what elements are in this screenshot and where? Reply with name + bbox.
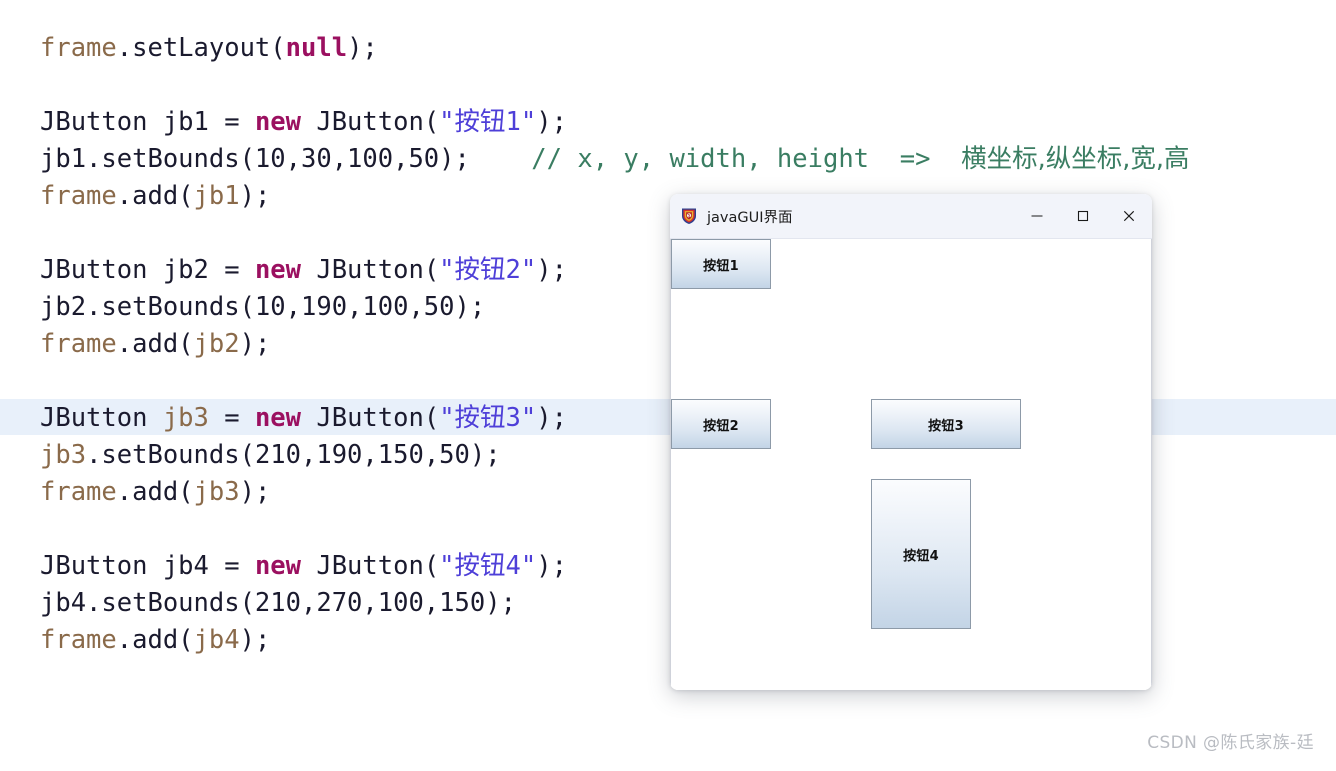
code-token: "按钮3" <box>439 403 537 433</box>
code-token: ); <box>347 33 378 63</box>
code-token: JButton( <box>301 403 440 433</box>
code-token: jb3 <box>193 477 240 507</box>
code-token: jb2.setBounds(10,190,100,50); <box>40 292 486 322</box>
code-token: ); <box>239 625 271 655</box>
code-token: frame <box>40 181 117 211</box>
code-token: new <box>254 255 301 285</box>
code-token: jb4 <box>193 625 240 655</box>
code-token: JButton jb4 = <box>40 551 255 581</box>
code-token: jb2 <box>193 329 240 359</box>
code-token: new <box>254 403 302 433</box>
code-token: ); <box>239 477 271 507</box>
window-content-pane: 按钮1 按钮2 按钮3 按钮4 <box>670 239 1152 690</box>
code-token: ); <box>536 107 567 137</box>
code-token: new <box>254 551 301 581</box>
code-token: // x, y, width, height => <box>469 144 962 174</box>
code-token: jb4.setBounds(210,270,100,150); <box>40 588 516 618</box>
swing-button-2[interactable]: 按钮2 <box>671 399 771 449</box>
code-token: jb3 <box>40 440 87 470</box>
code-token: .add( <box>116 625 194 655</box>
code-token: jb1 <box>193 181 240 211</box>
java-gui-window[interactable]: javaGUI界面 按钮1 按钮2 按钮3 按钮4 <box>670 194 1152 690</box>
code-token: frame <box>40 625 117 655</box>
swing-button-1[interactable]: 按钮1 <box>671 239 771 289</box>
java-app-icon <box>680 207 698 225</box>
code-line: frame.add(jb1); <box>40 178 270 215</box>
code-line: jb1.setBounds(10,30,100,50); // x, y, wi… <box>40 141 1189 178</box>
csdn-watermark: CSDN @陈氏家族-廷 <box>1147 733 1314 753</box>
close-icon[interactable] <box>1106 194 1152 238</box>
code-token: JButton( <box>301 107 440 137</box>
maximize-icon[interactable] <box>1060 194 1106 238</box>
code-token: ); <box>239 329 271 359</box>
code-line: frame.add(jb4); <box>40 622 270 659</box>
code-line: frame.setLayout(null); <box>40 30 378 67</box>
code-line: JButton jb4 = new JButton("按钮4"); <box>40 548 567 585</box>
code-token: null <box>285 33 348 63</box>
code-token: .add( <box>116 181 194 211</box>
code-token: frame <box>40 329 117 359</box>
code-token: .setBounds(210,190,150,50); <box>86 440 501 470</box>
code-token: 横坐标,纵坐标,宽,高 <box>961 144 1190 174</box>
code-token: .add( <box>116 329 194 359</box>
code-token: JButton( <box>301 551 440 581</box>
code-line: JButton jb1 = new JButton("按钮1"); <box>40 104 567 141</box>
swing-button-3[interactable]: 按钮3 <box>871 399 1021 449</box>
code-token: frame <box>40 477 117 507</box>
code-line: frame.add(jb3); <box>40 474 270 511</box>
code-token: "按钮1" <box>439 107 537 137</box>
code-token: ); <box>536 403 567 433</box>
code-token: "按钮2" <box>439 255 537 285</box>
code-token: jb3 <box>162 403 209 433</box>
code-token: new <box>254 107 301 137</box>
code-token: .add( <box>116 477 194 507</box>
code-token: ); <box>536 255 567 285</box>
code-token: "按钮4" <box>439 551 537 581</box>
swing-button-4[interactable]: 按钮4 <box>871 479 971 629</box>
code-line: JButton jb2 = new JButton("按钮2"); <box>40 252 567 289</box>
code-line: jb2.setBounds(10,190,100,50); <box>40 289 485 326</box>
code-line: jb3.setBounds(210,190,150,50); <box>40 437 501 474</box>
code-token: ); <box>239 181 271 211</box>
code-token: ); <box>536 551 567 581</box>
window-titlebar[interactable]: javaGUI界面 <box>670 194 1152 239</box>
code-token: jb1.setBounds(10,30,100,50); <box>40 144 470 174</box>
code-token: JButton jb1 = <box>40 107 255 137</box>
code-token: JButton <box>40 403 163 433</box>
minimize-icon[interactable] <box>1014 194 1060 238</box>
window-title: javaGUI界面 <box>707 209 793 226</box>
code-token: .setLayout( <box>116 33 286 63</box>
code-line: JButton jb3 = new JButton("按钮3"); <box>40 400 567 437</box>
code-token: frame <box>40 33 117 63</box>
code-line: frame.add(jb2); <box>40 326 270 363</box>
code-token: = <box>208 403 255 433</box>
code-token: JButton( <box>301 255 440 285</box>
code-token: JButton jb2 = <box>40 255 255 285</box>
code-line: jb4.setBounds(210,270,100,150); <box>40 585 516 622</box>
